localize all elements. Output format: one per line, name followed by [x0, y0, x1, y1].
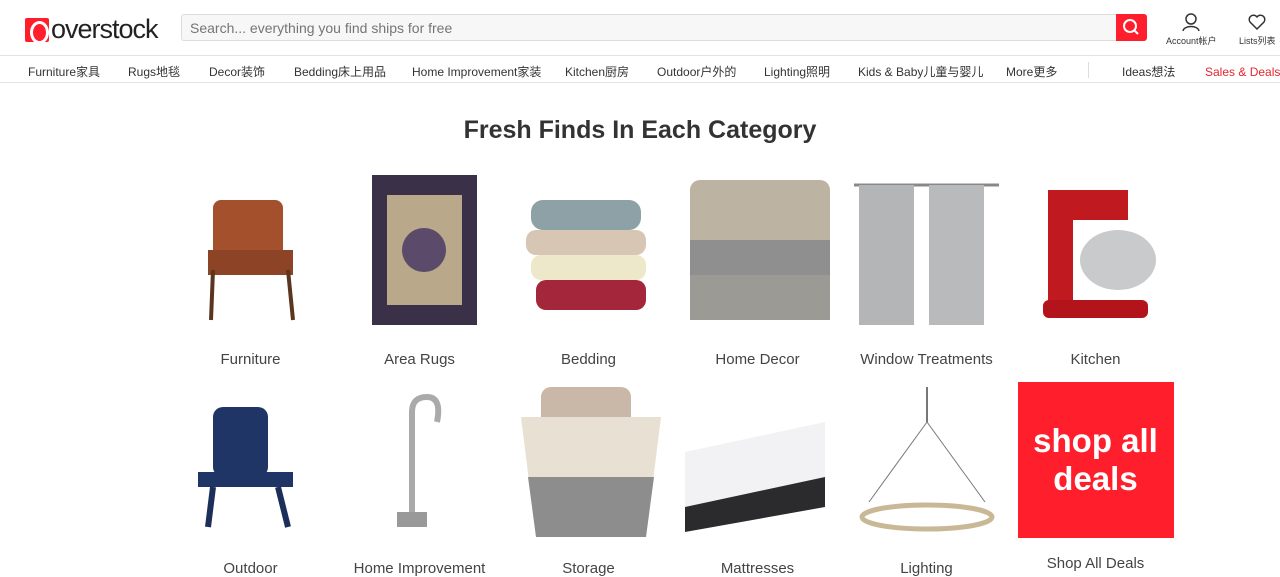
- category-home-improvement[interactable]: Home Improvement: [335, 382, 504, 577]
- category-image[interactable]: [342, 170, 498, 326]
- category-image[interactable]: [849, 170, 1005, 326]
- category-image[interactable]: [1018, 170, 1174, 326]
- lists-button[interactable]: Lists列表: [1239, 12, 1276, 47]
- category-label[interactable]: Home Decor: [673, 351, 842, 368]
- category-label[interactable]: Furniture: [166, 351, 335, 368]
- search-icon: [1123, 19, 1139, 35]
- header: overstock Account帐户 Lists列表: [0, 0, 1280, 56]
- logo-mark-icon: [25, 17, 49, 44]
- category-window-treatments[interactable]: Window Treatments: [842, 170, 1011, 368]
- category-label[interactable]: Window Treatments: [842, 351, 1011, 368]
- heart-icon: [1248, 14, 1266, 31]
- account-label: Account帐户: [1166, 36, 1217, 46]
- nav-more[interactable]: More更多: [1006, 63, 1057, 80]
- category-area-rugs[interactable]: Area Rugs: [335, 170, 504, 368]
- category-label[interactable]: Area Rugs: [335, 351, 504, 368]
- category-image[interactable]: [511, 382, 667, 538]
- nav-divider: [1088, 62, 1089, 78]
- category-image[interactable]: [680, 382, 836, 538]
- page-title: Fresh Finds In Each Category: [463, 116, 817, 144]
- category-furniture[interactable]: Furniture: [166, 170, 335, 368]
- lists-label: Lists列表: [1239, 36, 1276, 46]
- nav-ideas[interactable]: Ideas想法: [1122, 63, 1175, 80]
- category-mattresses[interactable]: Mattresses: [673, 382, 842, 577]
- nav-sales-deals[interactable]: Sales & Deals特: [1205, 63, 1280, 80]
- category-image[interactable]: [342, 382, 498, 538]
- category-lighting[interactable]: Lighting: [842, 382, 1011, 577]
- search-input[interactable]: [181, 14, 1117, 41]
- category-label[interactable]: Outdoor: [166, 560, 335, 577]
- category-storage[interactable]: Storage: [504, 382, 673, 577]
- nav-rugs[interactable]: Rugs地毯: [128, 63, 180, 80]
- category-bedding[interactable]: Bedding: [504, 170, 673, 368]
- category-image[interactable]: [173, 382, 329, 538]
- category-label[interactable]: Mattresses: [673, 560, 842, 577]
- nav-decor[interactable]: Decor装饰: [209, 63, 265, 80]
- category-label[interactable]: Kitchen: [1011, 351, 1180, 368]
- category-label[interactable]: Home Improvement: [335, 560, 504, 577]
- category-image[interactable]: [680, 170, 836, 326]
- nav-kitchen[interactable]: Kitchen厨房: [565, 63, 629, 80]
- nav-furniture[interactable]: Furniture家具: [28, 63, 100, 80]
- category-label[interactable]: Storage: [504, 560, 673, 577]
- nav-lighting[interactable]: Lighting照明: [764, 63, 830, 80]
- category-image[interactable]: [849, 382, 1005, 538]
- category-label[interactable]: Shop All Deals: [1011, 555, 1180, 572]
- user-icon: [1182, 13, 1201, 32]
- nav-home-improvement[interactable]: Home Improvement家装: [412, 63, 541, 80]
- logo-text: overstock: [51, 14, 159, 44]
- category-image[interactable]: [511, 170, 667, 326]
- category-label[interactable]: Lighting: [842, 560, 1011, 577]
- category-kitchen[interactable]: Kitchen: [1011, 170, 1180, 368]
- search-button[interactable]: [1116, 14, 1147, 41]
- shop-all-deals-tile[interactable]: shop all deals: [1017, 382, 1174, 538]
- category-nav: Furniture家具 Rugs地毯 Decor装饰 Bedding床上用品 H…: [0, 57, 1280, 83]
- category-home-decor[interactable]: Home Decor: [673, 170, 842, 368]
- nav-bedding[interactable]: Bedding床上用品: [294, 63, 386, 80]
- logo[interactable]: overstock: [25, 14, 159, 45]
- category-image[interactable]: [173, 170, 329, 326]
- nav-kids-baby[interactable]: Kids & Baby儿童与婴儿: [858, 63, 983, 80]
- category-shop-all-deals[interactable]: shop all deals Shop All Deals: [1011, 382, 1180, 572]
- category-outdoor[interactable]: Outdoor: [166, 382, 335, 577]
- category-label[interactable]: Bedding: [504, 351, 673, 368]
- account-button[interactable]: Account帐户: [1166, 12, 1217, 47]
- nav-outdoor[interactable]: Outdoor户外的: [657, 63, 736, 80]
